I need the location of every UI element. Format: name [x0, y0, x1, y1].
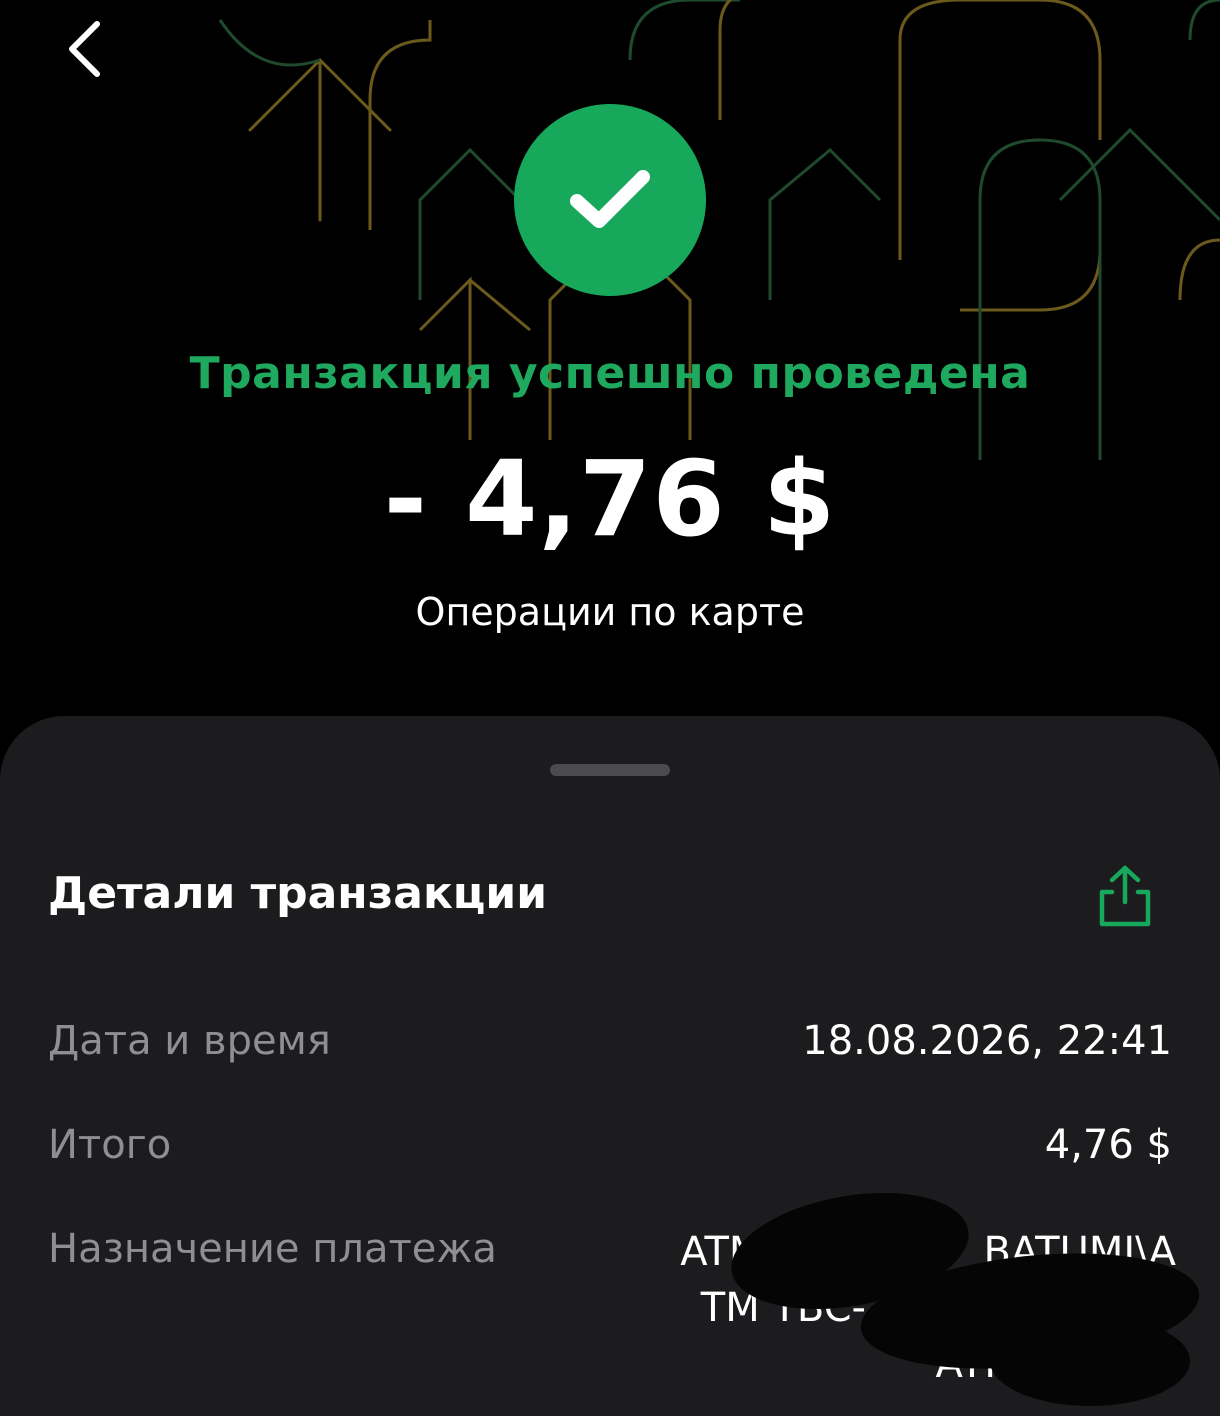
total-value: 4,76 $ [1044, 1122, 1172, 1168]
total-label: Итого [48, 1122, 172, 1168]
purpose-label: Назначение платежа [48, 1226, 497, 1272]
share-icon [1099, 865, 1151, 927]
redaction-mark [990, 1316, 1190, 1406]
details-title: Детали транзакции [48, 868, 548, 919]
details-sheet: Детали транзакции Дата и время 18.08.202… [0, 716, 1220, 1416]
success-badge [514, 104, 706, 296]
sheet-drag-handle[interactable] [550, 764, 670, 776]
datetime-value: 18.08.2026, 22:41 [802, 1018, 1172, 1064]
operation-type: Операции по карте [415, 590, 805, 634]
status-title: Транзакция успешно проведена [189, 348, 1031, 399]
back-button[interactable] [52, 14, 122, 84]
transaction-amount: - 4,76 $ [383, 438, 837, 560]
datetime-label: Дата и время [48, 1018, 331, 1064]
checkmark-icon [570, 170, 650, 228]
chevron-left-icon [69, 21, 100, 77]
share-button[interactable] [1090, 860, 1160, 930]
